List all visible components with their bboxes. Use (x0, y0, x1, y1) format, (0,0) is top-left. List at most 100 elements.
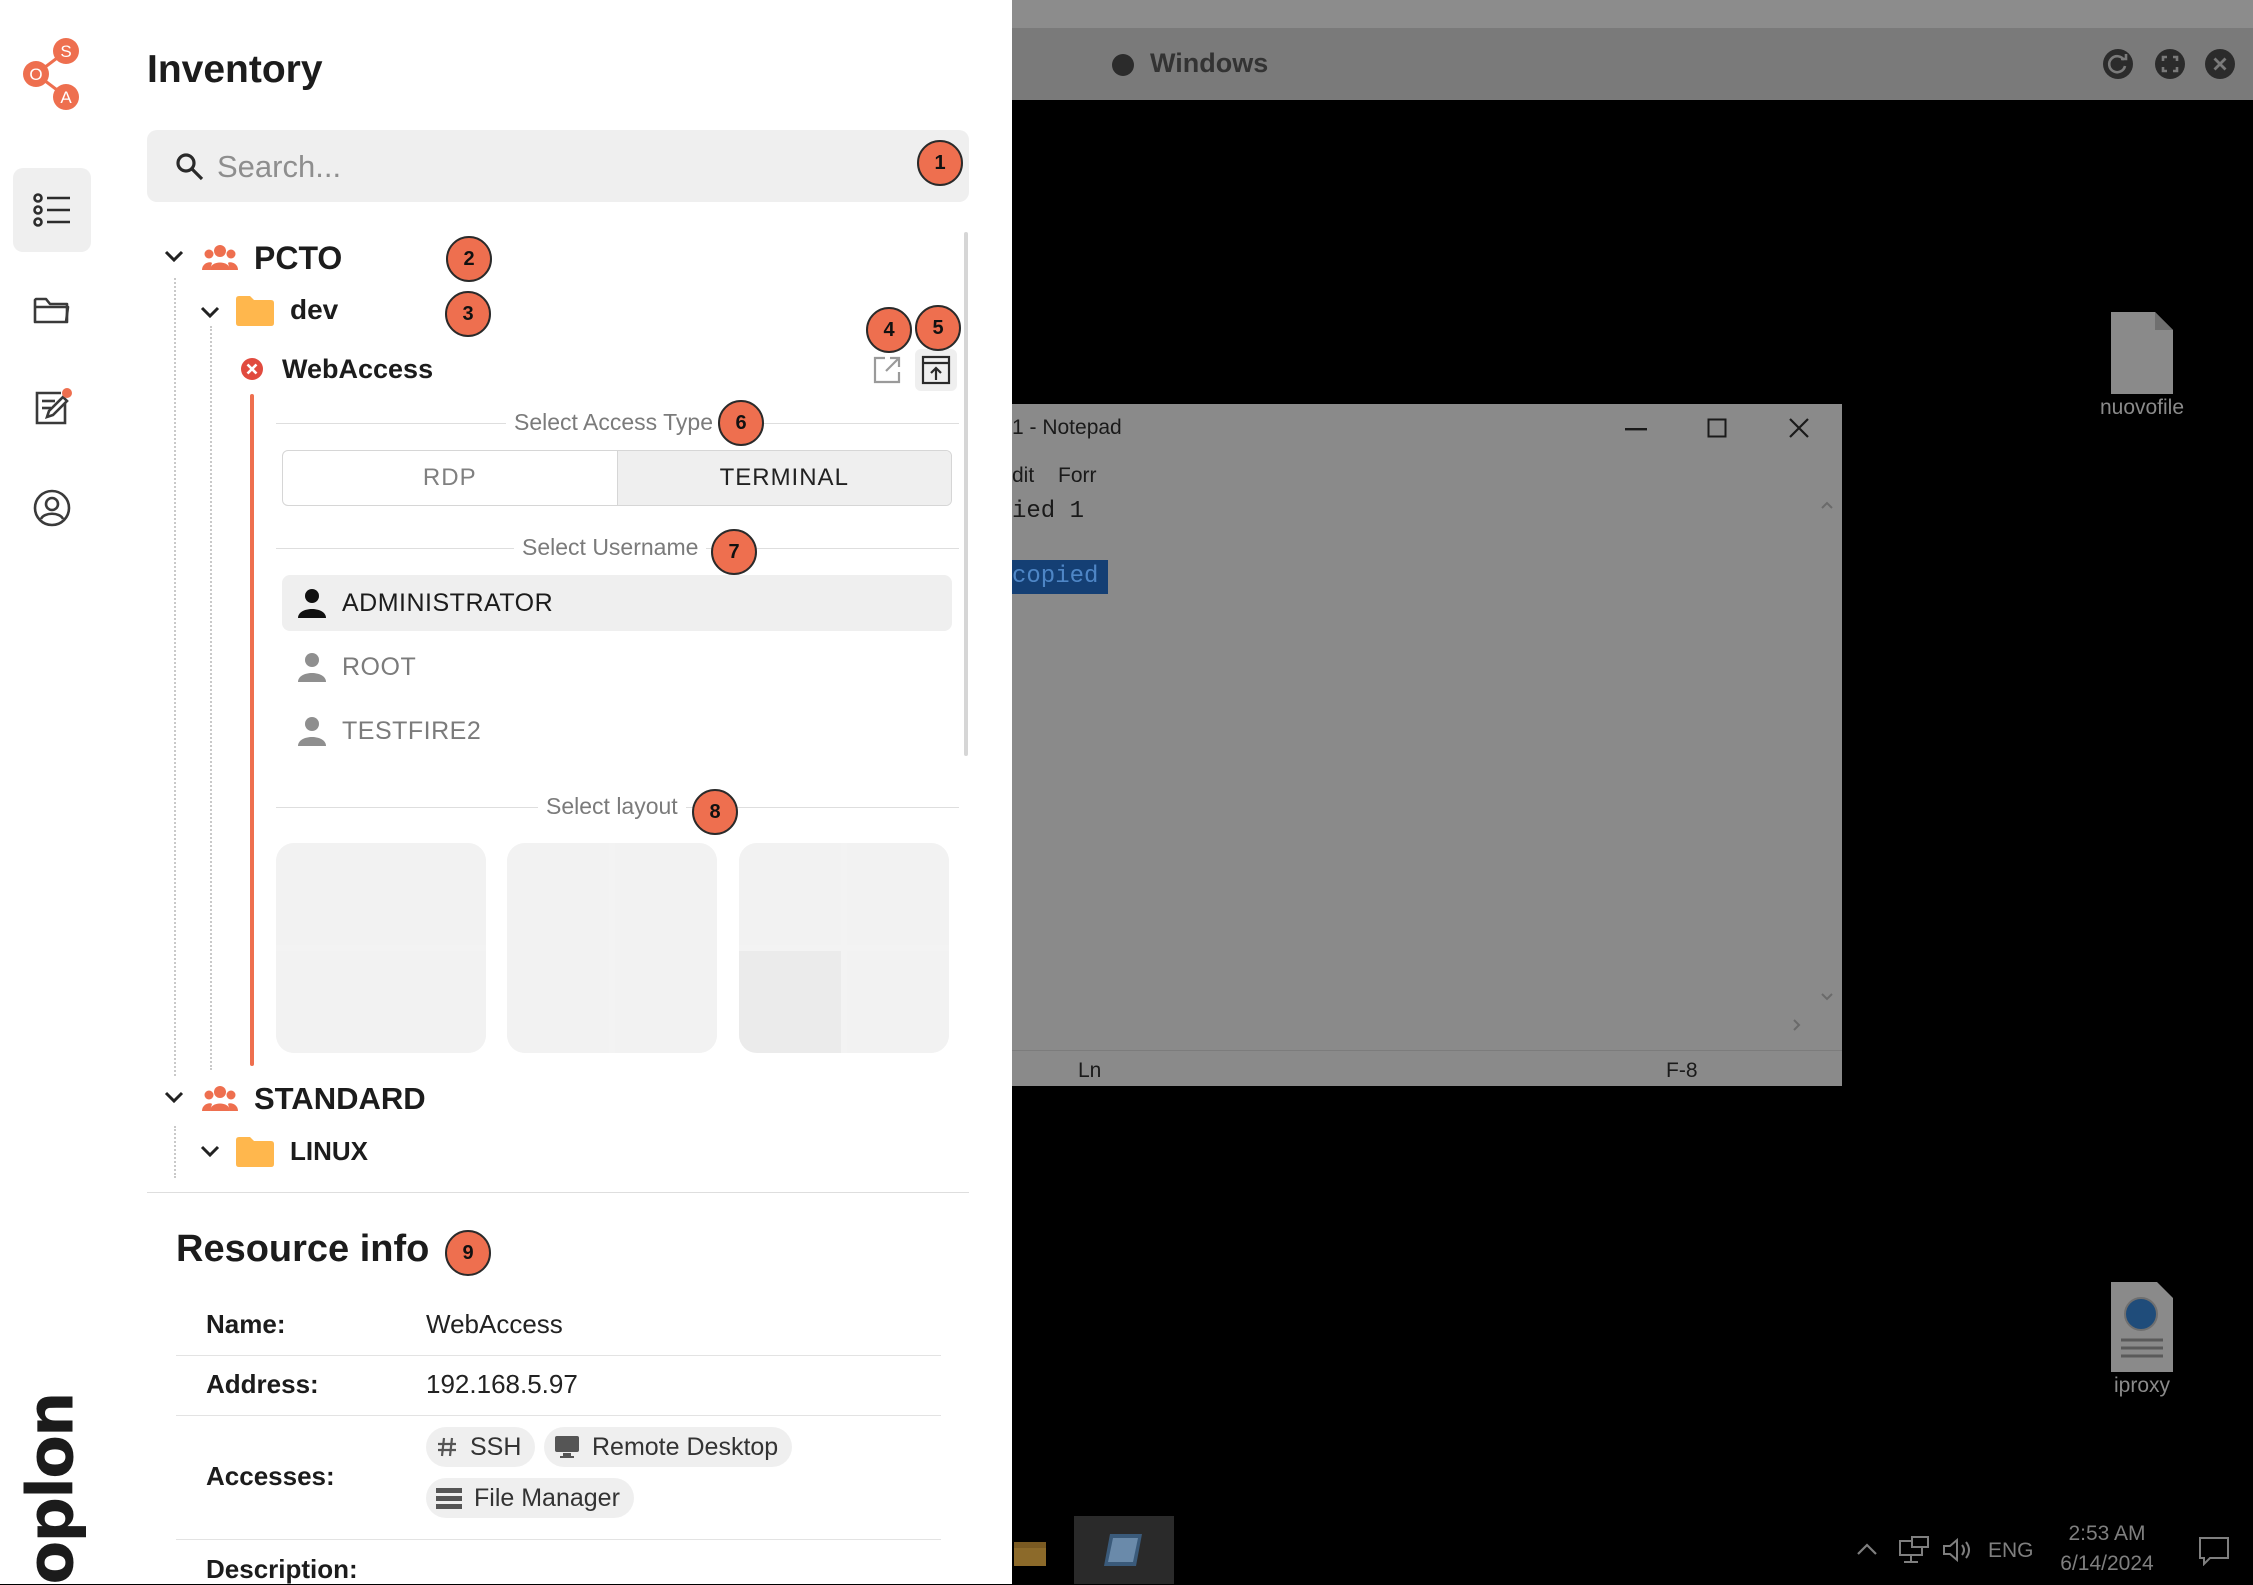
reconnect-icon[interactable] (2102, 48, 2134, 80)
scroll-down-icon[interactable] (1820, 992, 1834, 1002)
network-icon[interactable] (1898, 1535, 1930, 1565)
user-icon (298, 653, 326, 682)
open-new-tab-button[interactable] (866, 349, 908, 391)
user-circle-icon (33, 489, 71, 527)
file-explorer-taskbar-icon[interactable] (1012, 1534, 1048, 1570)
scroll-up-icon[interactable] (1820, 500, 1834, 510)
group-icon (202, 245, 238, 270)
remote-top-strip (1012, 0, 2253, 28)
rail-inventory-button[interactable] (13, 168, 91, 252)
svg-text:O: O (29, 65, 42, 84)
access-type-terminal[interactable]: TERMINAL (616, 451, 951, 505)
notepad-taskbar-button[interactable] (1074, 1516, 1174, 1584)
resource-info-title: Resource info (176, 1228, 430, 1270)
info-row-name: Name: WebAccess (176, 1295, 941, 1356)
badge-9: 9 (445, 1230, 491, 1276)
page-title: Inventory (147, 48, 323, 91)
chevron-down-icon[interactable] (200, 1145, 220, 1159)
app-logo[interactable]: O S A (14, 36, 86, 112)
minimize-icon[interactable] (1625, 428, 1647, 432)
open-in-layout-button[interactable] (915, 349, 957, 391)
remote-session-view[interactable]: Windows 1 - Notepad dit Forr ied 1 copie… (1012, 0, 2253, 1584)
access-chip-file-manager[interactable]: File Manager (426, 1478, 634, 1518)
close-icon[interactable] (1788, 417, 1810, 439)
tray-clock[interactable]: 2:53 AM 6/14/2024 (2052, 1522, 2162, 1576)
badge-3: 3 (445, 291, 491, 337)
access-type-toggle: RDP TERMINAL (282, 450, 952, 506)
tree-group-standard[interactable]: STANDARD (254, 1081, 426, 1117)
tree-scrollbar[interactable] (964, 232, 968, 756)
notifications-icon[interactable] (2198, 1536, 2230, 1566)
list-icon (33, 193, 70, 227)
access-type-label: Select Access Type (506, 409, 722, 436)
username-label: Select Username (514, 534, 707, 561)
chevron-down-icon[interactable] (164, 250, 184, 264)
notepad-text-line: ied 1 (1012, 498, 1085, 525)
storage-icon (436, 1488, 462, 1509)
badge-6: 6 (718, 400, 764, 446)
user-option-administrator[interactable]: ADMINISTRATOR (282, 575, 952, 631)
search-input[interactable] (215, 144, 819, 190)
desktop-icon-nuovofile[interactable]: nuovofile (2092, 310, 2192, 420)
remote-window-titlebar: Windows (1012, 28, 2253, 100)
open-external-icon (873, 356, 901, 384)
badge-8: 8 (692, 789, 738, 835)
maximize-icon[interactable] (1707, 418, 1727, 438)
layout-option-vertical-split[interactable] (507, 843, 717, 1053)
tree-group-pcto[interactable]: PCTO (254, 240, 342, 277)
badge-4: 4 (866, 307, 912, 353)
badge-5: 5 (915, 305, 961, 351)
info-row-address: Address: 192.168.5.97 (176, 1355, 941, 1416)
svg-text:A: A (60, 88, 72, 107)
notepad-menu-edit[interactable]: dit (1012, 464, 1034, 488)
access-chip-remote-desktop[interactable]: Remote Desktop (544, 1427, 793, 1467)
vertical-brand-logo: oplon (14, 1393, 89, 1585)
tree-resource-webaccess[interactable]: WebAccess (282, 354, 433, 385)
rail-edit-button[interactable] (13, 366, 91, 450)
user-option-root[interactable]: ROOT (282, 639, 952, 695)
badge-7: 7 (711, 529, 757, 575)
access-type-rdp[interactable]: RDP (283, 451, 617, 505)
svg-text:S: S (60, 42, 71, 61)
notepad-window[interactable]: 1 - Notepad dit Forr ied 1 copied Ln F-8 (1012, 404, 1842, 1086)
web-file-icon (2111, 1282, 2173, 1372)
monitor-icon (555, 1436, 579, 1458)
folder-icon (236, 1137, 274, 1167)
upload-window-icon (921, 355, 951, 385)
layout-option-horizontal-split[interactable] (276, 843, 486, 1053)
layout-option-grid[interactable] (739, 843, 949, 1053)
tree-folder-linux[interactable]: LINUX (290, 1136, 368, 1167)
user-icon (298, 717, 326, 746)
language-indicator[interactable]: ENG (1988, 1539, 2034, 1563)
section-divider (147, 1192, 969, 1193)
volume-icon[interactable] (1942, 1537, 1976, 1563)
group-icon (202, 1086, 238, 1111)
description-label: Description: (206, 1554, 358, 1584)
selected-resource-bar (250, 394, 254, 1066)
search-icon (176, 153, 204, 181)
layout-label: Select layout (538, 793, 686, 820)
badge-2: 2 (446, 236, 492, 282)
tray-expand-icon[interactable] (1855, 1541, 1879, 1557)
user-option-label: ADMINISTRATOR (342, 588, 554, 617)
user-option-testfire2[interactable]: TESTFIRE2 (282, 703, 952, 759)
chevron-down-icon[interactable] (164, 1091, 184, 1105)
search-box[interactable] (147, 130, 969, 202)
edit-note-icon (35, 388, 72, 425)
notepad-title: 1 - Notepad (1012, 416, 1122, 439)
scroll-right-icon[interactable] (1792, 1018, 1802, 1032)
badge-1: 1 (917, 140, 963, 186)
tree-guide-line (174, 278, 176, 1076)
access-chip-ssh[interactable]: SSH (426, 1427, 536, 1467)
close-session-icon[interactable] (2204, 48, 2236, 80)
rail-account-button[interactable] (13, 466, 91, 550)
tree-folder-dev[interactable]: dev (290, 294, 338, 326)
fullscreen-icon[interactable] (2154, 48, 2186, 80)
desktop-icon-iproxy[interactable]: iproxy (2092, 1280, 2192, 1398)
rail-files-button[interactable] (13, 268, 91, 352)
tree-guide-line (210, 326, 212, 1070)
notepad-selected-text: copied (1012, 560, 1109, 594)
chevron-down-icon[interactable] (200, 306, 220, 320)
notepad-menu-format[interactable]: Forr (1058, 464, 1097, 488)
notepad-status-bar: Ln F-8 (1012, 1050, 1842, 1087)
